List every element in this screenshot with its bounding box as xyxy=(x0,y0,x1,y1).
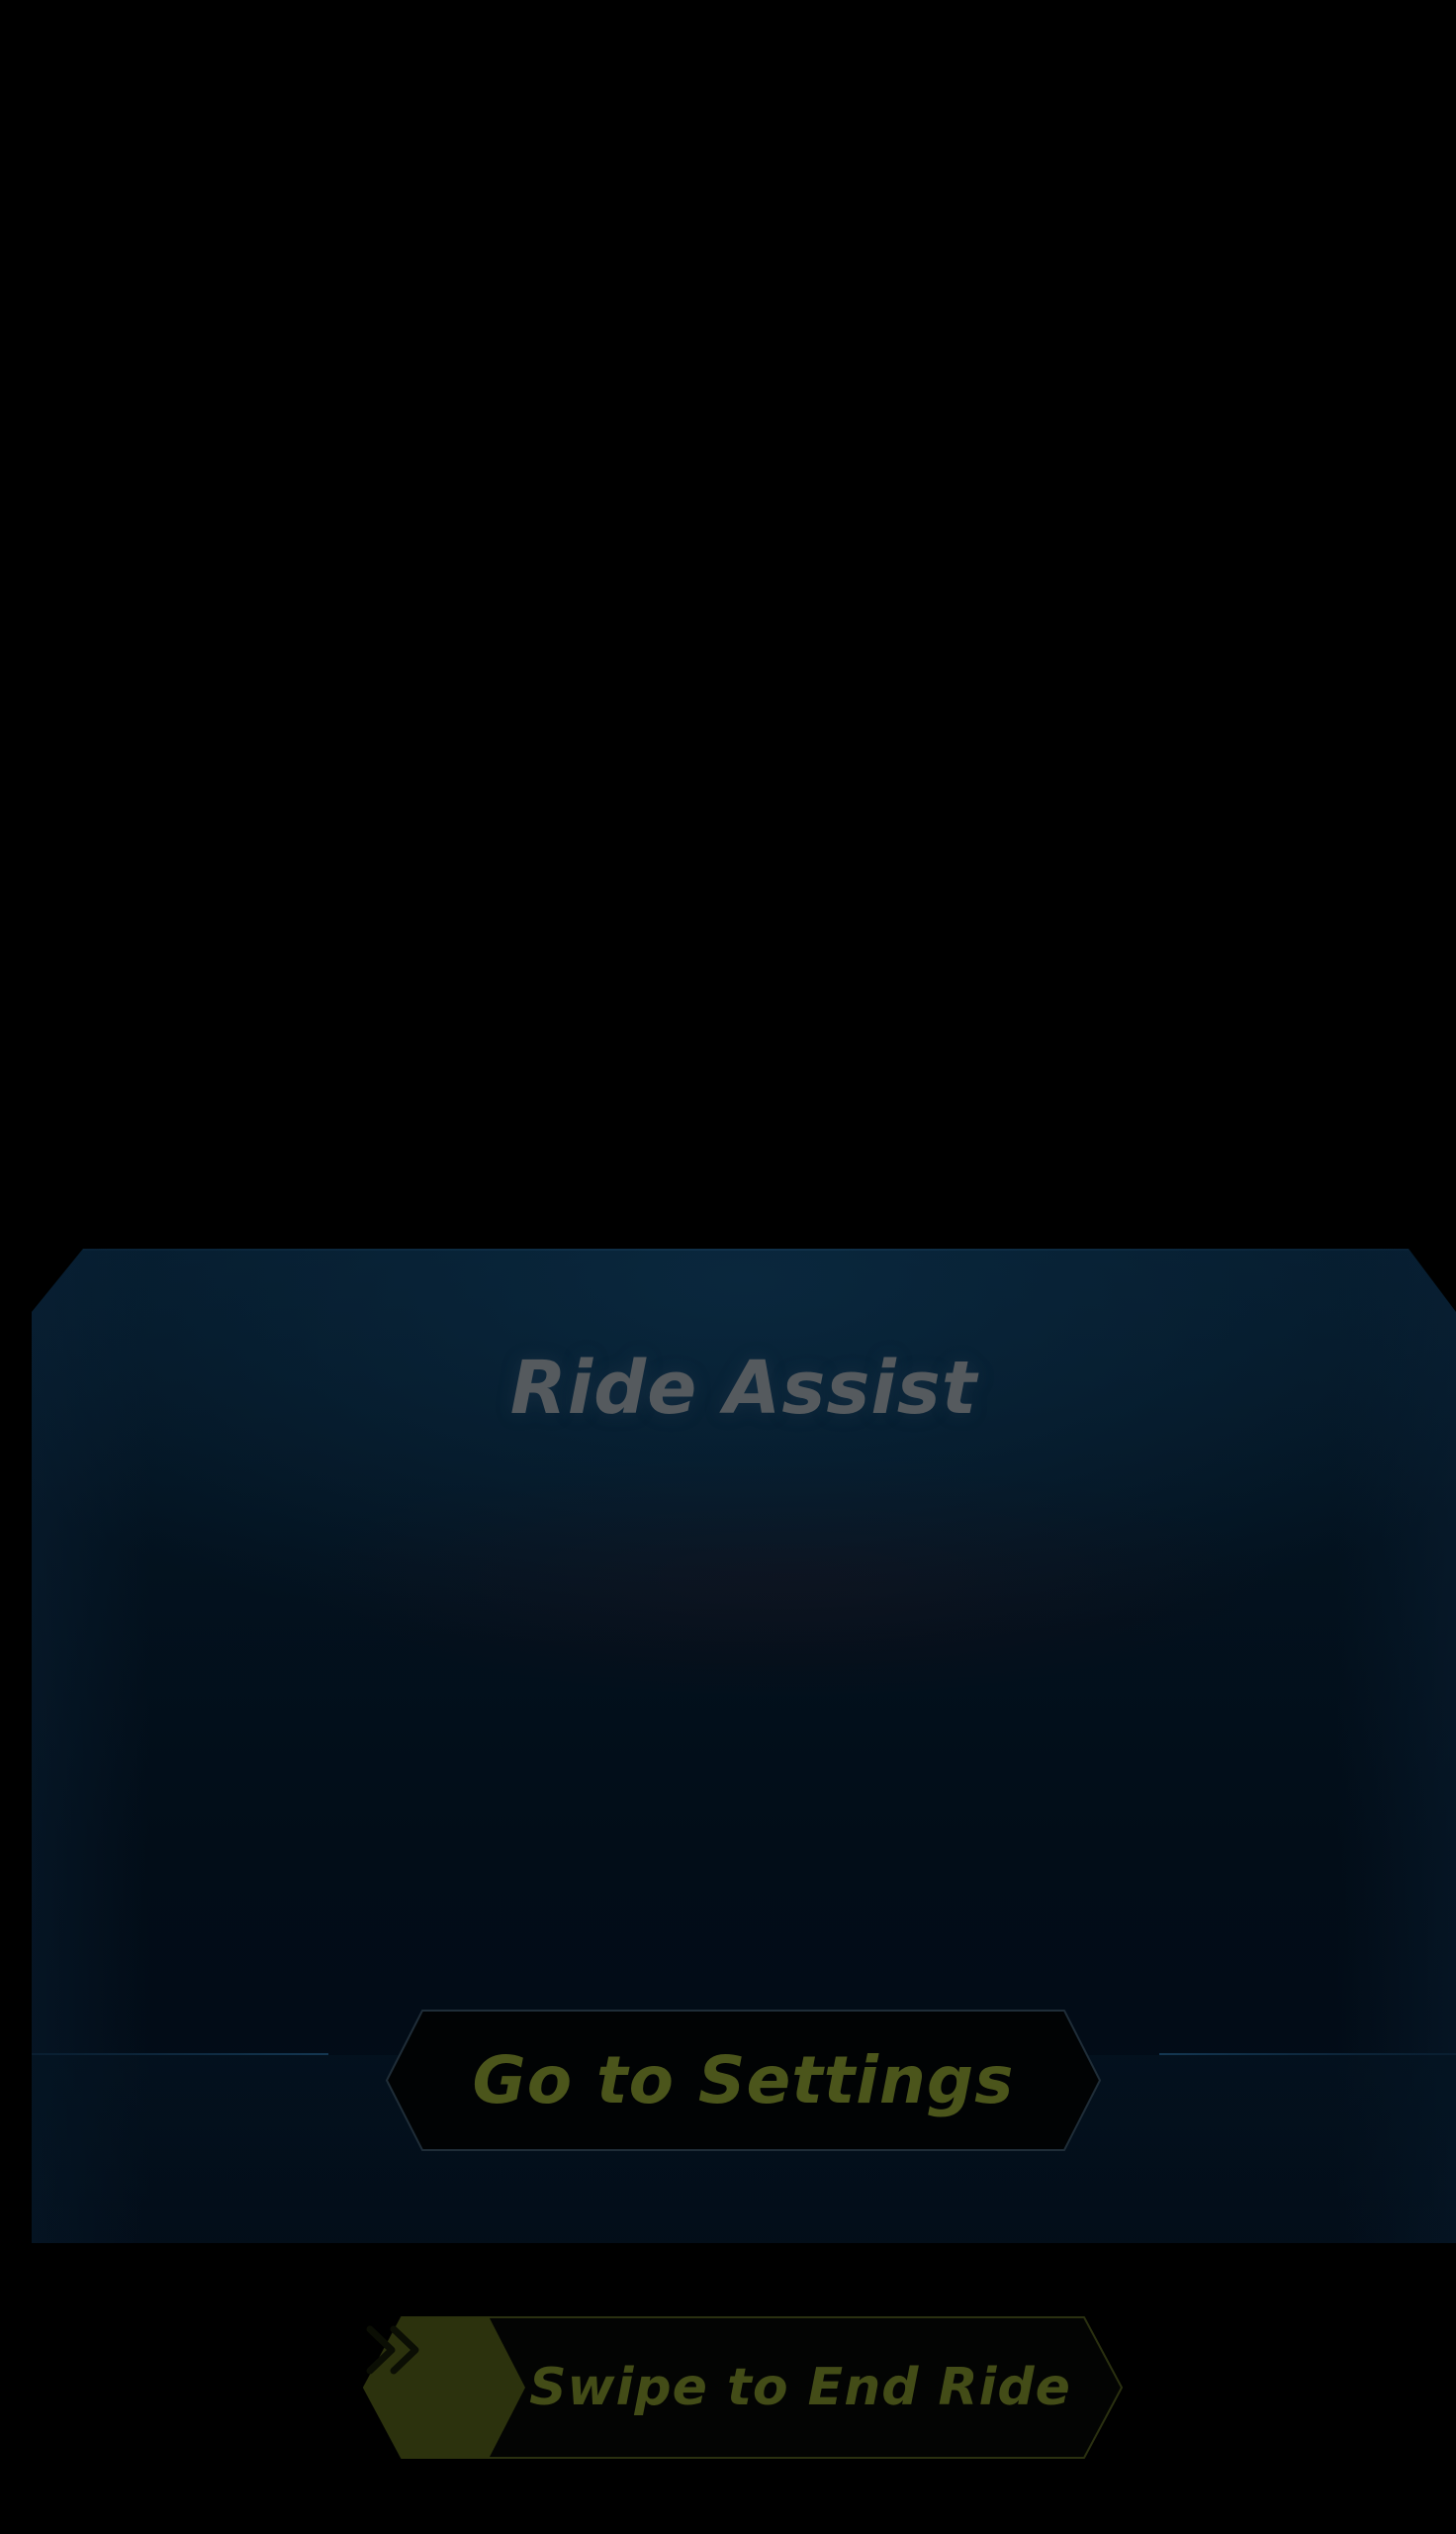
slider-handle[interactable] xyxy=(362,2315,526,2460)
panel-top-edge xyxy=(83,1249,1409,1251)
panel-title: Ride Assist xyxy=(509,1346,978,1431)
double-chevron-right-icon xyxy=(366,2325,419,2375)
slider-label: Swipe to End Ride xyxy=(529,2358,1071,2417)
settings-button-label: Go to Settings xyxy=(472,2042,1015,2118)
swipe-to-end-ride-slider[interactable]: Swipe to End Ride xyxy=(362,2315,1124,2460)
go-to-settings-button[interactable]: Go to Settings xyxy=(385,2009,1102,2152)
panel-divider-right xyxy=(1159,2053,1456,2055)
panel-divider-left xyxy=(32,2053,328,2055)
